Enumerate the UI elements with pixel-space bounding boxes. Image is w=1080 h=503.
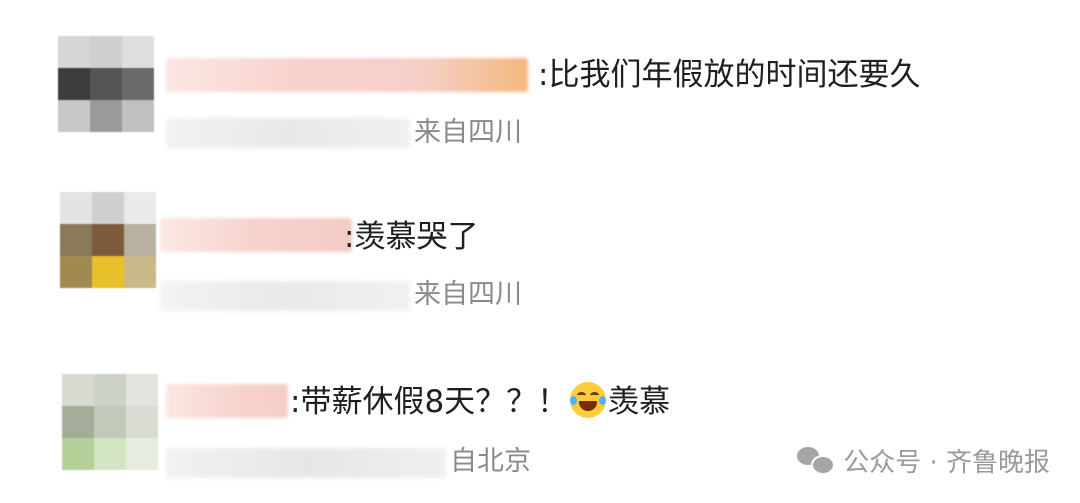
avatar[interactable] xyxy=(62,374,158,470)
comment-location: 来自四川 xyxy=(414,117,522,148)
meta-redacted xyxy=(166,448,446,478)
watermark: 公众号 · 齐鲁晚报 xyxy=(797,442,1050,478)
comment-item-1: :比我们年假放的时间还要久 来自四川 xyxy=(0,0,1080,160)
avatar[interactable] xyxy=(60,192,156,288)
meta-redacted xyxy=(160,281,410,311)
avatar[interactable] xyxy=(58,36,154,132)
comment-location: 自北京 xyxy=(450,446,531,477)
comment-location: 来自四川 xyxy=(414,279,522,310)
username-redacted[interactable] xyxy=(166,58,528,92)
comment-text: :带薪休假8天？？！ 羡慕 xyxy=(290,382,670,422)
comment-item-2: :羡慕哭了 来自四川 xyxy=(0,160,1080,320)
wechat-icon xyxy=(797,445,836,475)
comment-text-part: 羡慕 xyxy=(608,384,671,420)
comment-text-part: :带薪休假8天？？！ xyxy=(290,384,569,420)
comment-text: :比我们年假放的时间还要久 xyxy=(538,57,921,93)
watermark-label: 公众号 · 齐鲁晚报 xyxy=(843,447,1050,478)
comment-text: :羡慕哭了 xyxy=(344,219,479,255)
username-redacted[interactable] xyxy=(166,384,288,418)
meta-redacted xyxy=(166,118,410,148)
laughing-crying-emoji-icon xyxy=(570,382,607,418)
username-redacted[interactable] xyxy=(160,218,352,252)
